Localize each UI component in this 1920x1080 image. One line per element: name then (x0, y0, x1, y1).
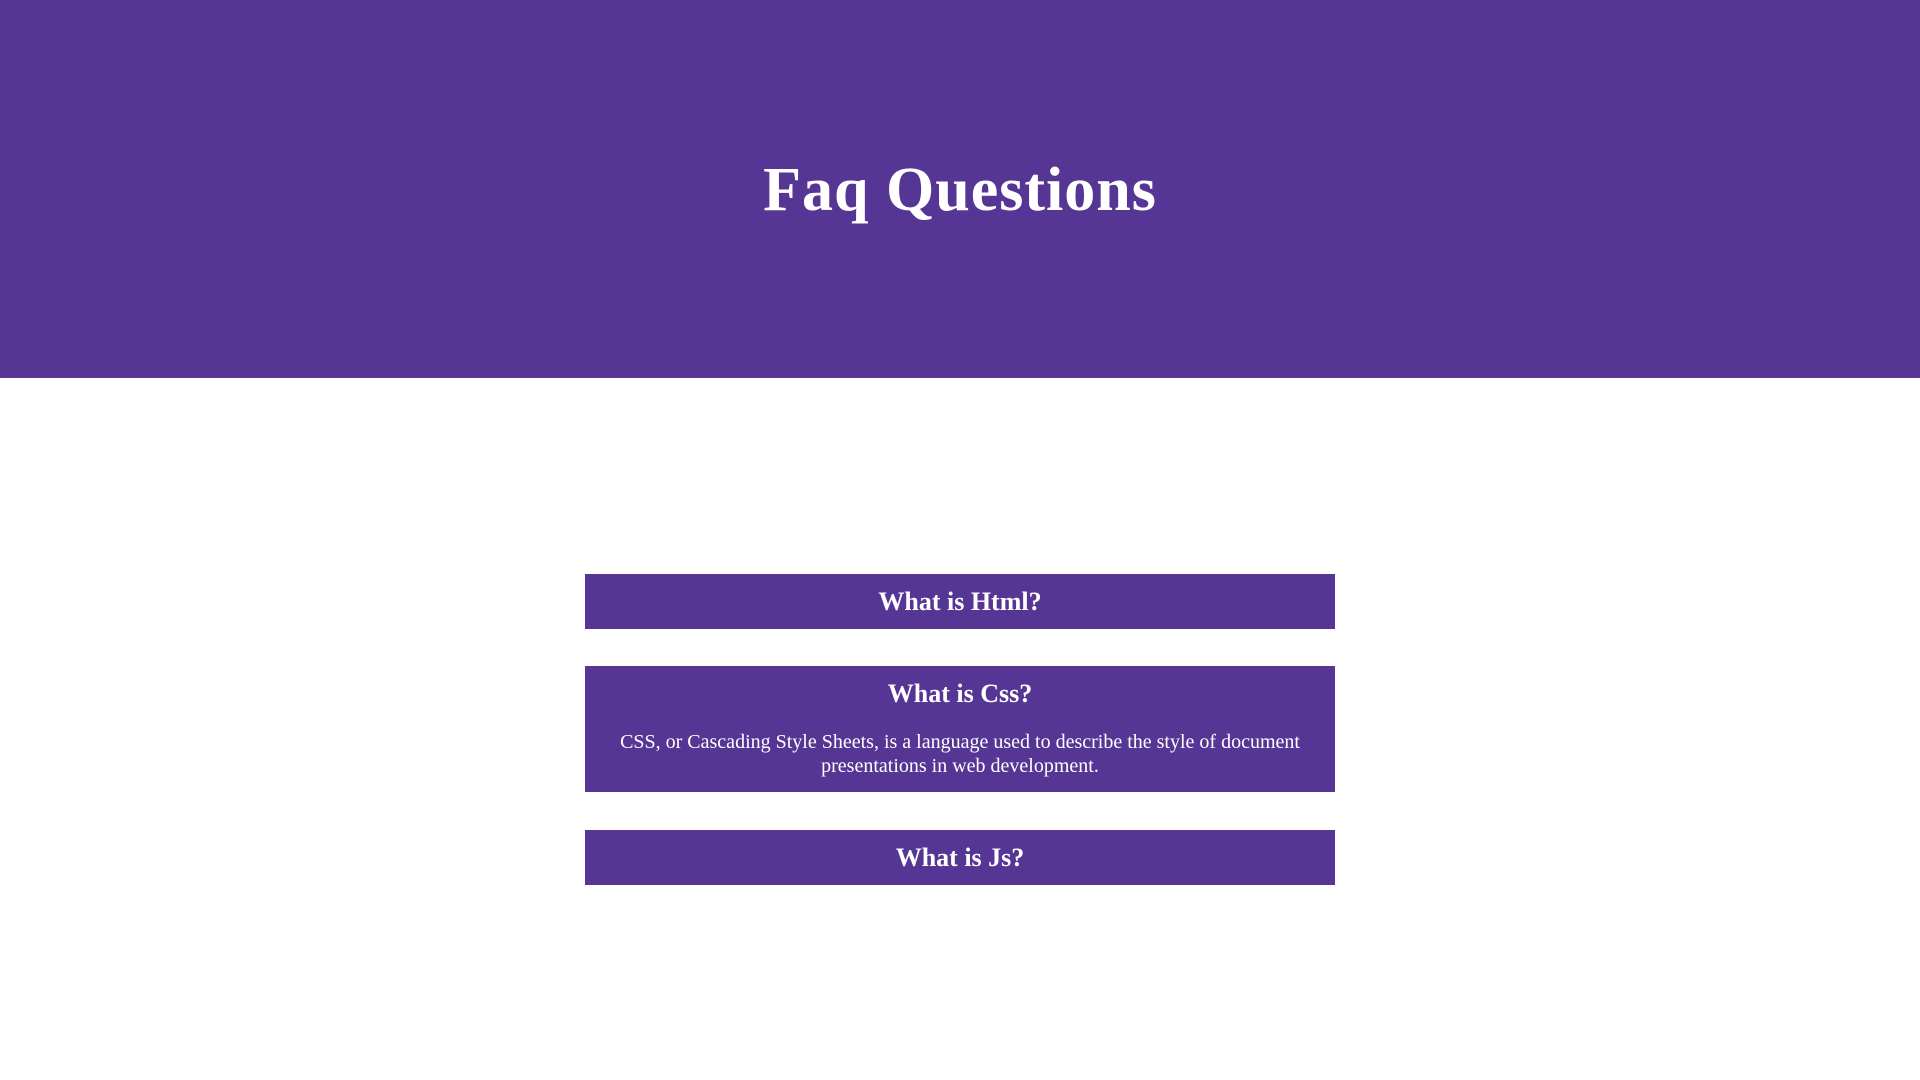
faq-question-html[interactable]: What is Html? (585, 574, 1335, 629)
faq-item-css[interactable]: What is Css? CSS, or Cascading Style She… (585, 666, 1335, 792)
faq-list: What is Html? What is Css? CSS, or Casca… (585, 574, 1335, 885)
faq-item-html[interactable]: What is Html? (585, 574, 1335, 629)
page-title: Faq Questions (763, 156, 1157, 224)
page-header: Faq Questions (0, 0, 1920, 378)
faq-answer-css: CSS, or Cascading Style Sheets, is a lan… (620, 731, 1300, 777)
faq-item-js[interactable]: What is Js? (585, 830, 1335, 885)
faq-question-css[interactable]: What is Css? (585, 666, 1335, 721)
faq-question-js[interactable]: What is Js? (585, 830, 1335, 885)
